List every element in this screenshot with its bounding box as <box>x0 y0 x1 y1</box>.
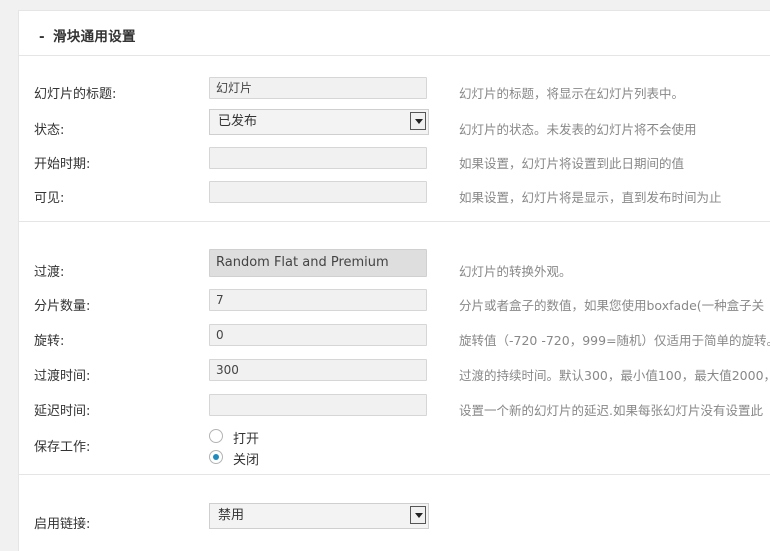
delay-label: 延迟时间: <box>34 404 91 419</box>
enable-link-select-value: 禁用 <box>218 508 245 523</box>
field-row-title: 幻灯片的标题: 幻灯片 幻灯片的标题，将显示在幻灯片列表中。 <box>19 77 770 105</box>
section-header[interactable]: - 滑块通用设置 <box>19 11 770 56</box>
field-row-slots: 分片数量: 7 分片或者盒子的数值，如果您使用boxfade(一种盒子关 <box>19 289 770 317</box>
start-date-input[interactable] <box>209 147 427 169</box>
duration-label: 过渡时间: <box>34 369 91 384</box>
slots-desc: 分片或者盒子的数值，如果您使用boxfade(一种盒子关 <box>459 298 765 313</box>
start-date-label: 开始时期: <box>34 157 91 172</box>
collapse-icon: - <box>39 29 45 45</box>
field-row-save-work: 保存工作: 打开 关闭 <box>19 429 770 474</box>
title-label: 幻灯片的标题: <box>34 87 117 102</box>
duration-desc: 过渡的持续时间。默认300，最小值100，最大值2000， <box>459 368 770 383</box>
status-select[interactable]: 已发布 <box>209 109 429 135</box>
section-title: - 滑块通用设置 <box>39 25 136 45</box>
title-desc: 幻灯片的标题，将显示在幻灯片列表中。 <box>459 86 685 101</box>
radio-on-label: 打开 <box>233 432 260 447</box>
enable-link-label: 启用链接: <box>34 517 91 532</box>
radio-off-label: 关闭 <box>233 453 260 468</box>
divider <box>19 474 770 475</box>
transition-label: 过渡: <box>34 265 65 280</box>
rotation-label: 旋转: <box>34 334 65 349</box>
visible-input[interactable] <box>209 181 427 203</box>
enable-link-select[interactable]: 禁用 <box>209 503 429 529</box>
status-desc: 幻灯片的状态。未发表的幻灯片将不会使用 <box>459 122 697 137</box>
chevron-down-icon[interactable] <box>410 506 426 524</box>
field-row-delay: 延迟时间: 设置一个新的幻灯片的延迟.如果每张幻灯片没有设置此 <box>19 394 770 422</box>
start-date-desc: 如果设置，幻灯片将设置到此日期间的值 <box>459 156 685 171</box>
radio-on[interactable] <box>209 429 223 443</box>
slots-input[interactable]: 7 <box>209 289 427 311</box>
save-work-label: 保存工作: <box>34 440 91 455</box>
delay-desc: 设置一个新的幻灯片的延迟.如果每张幻灯片没有设置此 <box>459 403 763 418</box>
delay-input[interactable] <box>209 394 427 416</box>
field-row-enable-link: 启用链接: 禁用 <box>19 503 770 535</box>
slots-label: 分片数量: <box>34 299 91 314</box>
field-row-visible: 可见: 如果设置，幻灯片将是显示，直到发布时间为止 <box>19 181 770 209</box>
field-row-duration: 过渡时间: 300 过渡的持续时间。默认300，最小值100，最大值2000， <box>19 359 770 387</box>
duration-input[interactable]: 300 <box>209 359 427 381</box>
status-label: 状态: <box>34 123 65 138</box>
field-row-transition: 过渡: Random Flat and Premium 幻灯片的转换外观。 <box>19 249 770 283</box>
visible-desc: 如果设置，幻灯片将是显示，直到发布时间为止 <box>459 190 722 205</box>
status-select-value: 已发布 <box>218 114 258 129</box>
field-row-rotation: 旋转: 0 旋转值（-720 -720，999=随机）仅适用于简单的旋转。 <box>19 324 770 352</box>
field-row-status: 状态: 已发布 幻灯片的状态。未发表的幻灯片将不会使用 <box>19 109 770 141</box>
transition-select[interactable]: Random Flat and Premium <box>209 249 427 277</box>
title-input[interactable]: 幻灯片 <box>209 77 427 99</box>
chevron-down-icon[interactable] <box>410 112 426 130</box>
visible-label: 可见: <box>34 191 65 206</box>
radio-off[interactable] <box>209 450 223 464</box>
rotation-input[interactable]: 0 <box>209 324 427 346</box>
divider <box>19 221 770 222</box>
section-title-text: 滑块通用设置 <box>53 29 136 45</box>
settings-panel: - 滑块通用设置 幻灯片的标题: 幻灯片 幻灯片的标题，将显示在幻灯片列表中。 状… <box>18 10 770 551</box>
field-row-start-date: 开始时期: 如果设置，幻灯片将设置到此日期间的值 <box>19 147 770 175</box>
rotation-desc: 旋转值（-720 -720，999=随机）仅适用于简单的旋转。 <box>459 333 770 348</box>
transition-desc: 幻灯片的转换外观。 <box>459 264 572 279</box>
